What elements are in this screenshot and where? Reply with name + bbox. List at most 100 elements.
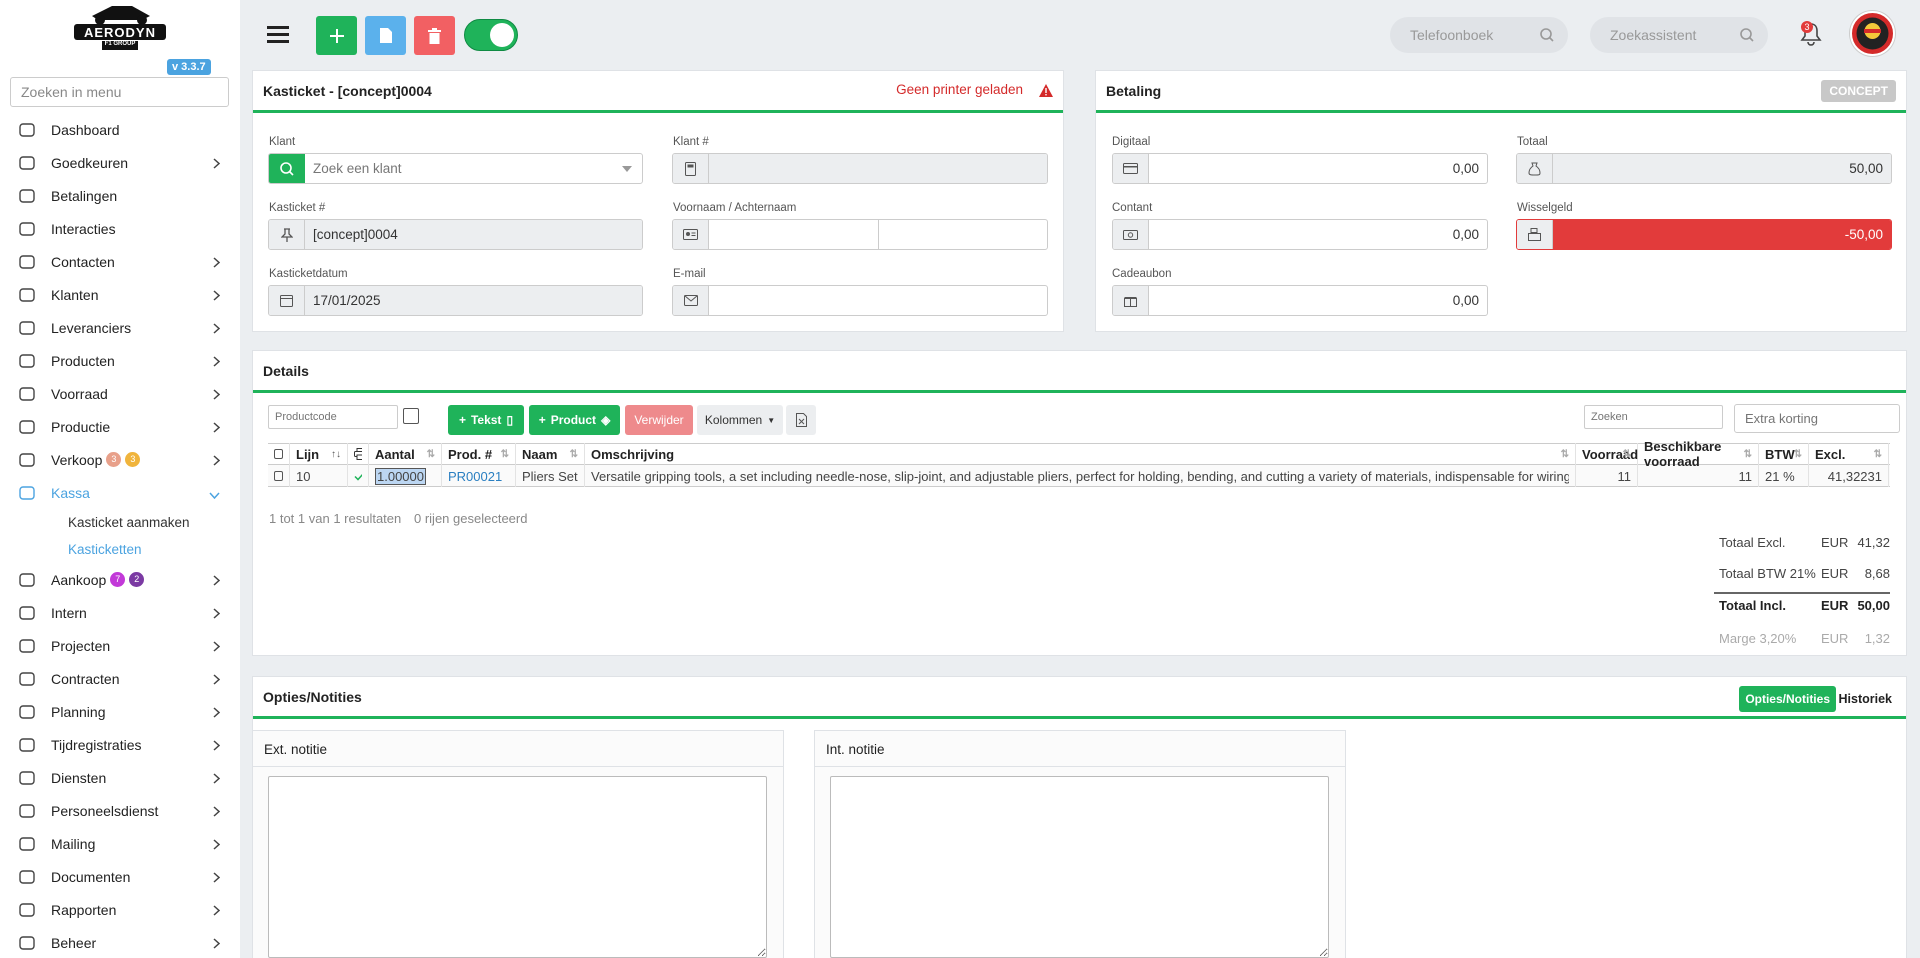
sidebar-item-interacties[interactable]: Interacties bbox=[0, 212, 240, 245]
add-product-button[interactable]: + Product ◈ bbox=[529, 405, 620, 435]
cell-prod[interactable]: PR00021 bbox=[448, 469, 502, 484]
sort-icon[interactable]: ⇅ bbox=[1744, 449, 1752, 460]
email-input[interactable] bbox=[709, 286, 1047, 315]
sidebar-item-intern[interactable]: Intern bbox=[0, 596, 240, 629]
sidebar-item-contacten[interactable]: Contacten bbox=[0, 245, 240, 278]
send-icon bbox=[16, 833, 38, 855]
ext-note-textarea[interactable] bbox=[268, 776, 767, 958]
add-text-button[interactable]: + Tekst ▯ bbox=[448, 405, 524, 435]
sidebar-item-mailing[interactable]: Mailing bbox=[0, 827, 240, 860]
sidebar-item-personeelsdienst[interactable]: Personeelsdienst bbox=[0, 794, 240, 827]
excel-export-button[interactable] bbox=[786, 405, 816, 435]
column-header[interactable]: Lijn ↑↓ bbox=[290, 443, 348, 465]
chevron-right-icon bbox=[213, 936, 221, 952]
sidebar-item-betalingen[interactable]: Betalingen bbox=[0, 179, 240, 212]
sidebar-item-label: Contacten bbox=[51, 253, 115, 270]
sort-icon[interactable]: ⇅ bbox=[1561, 449, 1569, 460]
company-logo[interactable]: AERODYN F1 GROUP bbox=[72, 2, 168, 52]
sidebar-item-projecten[interactable]: Projecten bbox=[0, 629, 240, 662]
columns-dropdown[interactable]: Kolommen ▼ bbox=[697, 405, 783, 435]
tab-opties[interactable]: Opties/Notities bbox=[1739, 686, 1836, 712]
sidebar-item-leveranciers[interactable]: Leveranciers bbox=[0, 311, 240, 344]
hamburger-menu-icon[interactable] bbox=[267, 24, 289, 47]
column-header[interactable] bbox=[268, 443, 290, 465]
table-search-input[interactable] bbox=[1584, 405, 1723, 429]
sidebar-item-diensten[interactable]: Diensten bbox=[0, 761, 240, 794]
column-header[interactable] bbox=[348, 443, 369, 465]
total-currency: EUR bbox=[1821, 535, 1849, 550]
delete-rows-button[interactable]: Verwijder bbox=[625, 405, 693, 435]
contant-field[interactable]: 0,00 bbox=[1112, 219, 1488, 250]
column-label: Omschrijving bbox=[591, 446, 675, 462]
column-header[interactable]: BTW ⇅ bbox=[1759, 443, 1809, 465]
productcode-checkbox[interactable] bbox=[403, 408, 419, 424]
sort-icon[interactable]: ↑↓ bbox=[331, 449, 341, 460]
cadeaubon-field[interactable]: 0,00 bbox=[1112, 285, 1488, 316]
klant-select[interactable]: Zoek een klant bbox=[268, 153, 643, 184]
digitaal-field[interactable]: 0,00 bbox=[1112, 153, 1488, 184]
chart-line-icon bbox=[16, 899, 38, 921]
sidebar-item-klanten[interactable]: Klanten bbox=[0, 278, 240, 311]
sort-icon[interactable]: ⇅ bbox=[1874, 449, 1882, 460]
assistant-search[interactable]: Zoekassistent bbox=[1590, 17, 1768, 53]
int-note-textarea[interactable] bbox=[830, 776, 1329, 958]
sidebar-item-productie[interactable]: Productie bbox=[0, 410, 240, 443]
sort-icon[interactable]: ⇅ bbox=[1623, 449, 1631, 460]
sort-icon[interactable]: ⇅ bbox=[570, 449, 578, 460]
achternaam-input[interactable] bbox=[879, 220, 1048, 249]
sidebar-subitem[interactable]: Kasticket aanmaken bbox=[0, 509, 240, 536]
extra-discount-input[interactable] bbox=[1734, 404, 1900, 433]
sidebar-item-producten[interactable]: Producten bbox=[0, 344, 240, 377]
sidebar-item-voorraad[interactable]: Voorraad bbox=[0, 377, 240, 410]
user-avatar[interactable] bbox=[1850, 11, 1895, 56]
productcode-input[interactable] bbox=[268, 405, 398, 429]
payment-title: Betaling bbox=[1106, 82, 1162, 99]
cell-omschrijving: Versatile gripping tools, a set includin… bbox=[591, 468, 1569, 484]
sidebar-item-beheer[interactable]: Beheer bbox=[0, 926, 240, 958]
sidebar-item-planning[interactable]: Planning bbox=[0, 695, 240, 728]
tab-historiek[interactable]: Historiek bbox=[1839, 692, 1893, 706]
sidebar-item-rapporten[interactable]: Rapporten bbox=[0, 893, 240, 926]
column-header[interactable]: Prod. # ⇅ bbox=[442, 443, 516, 465]
sidebar-subitem[interactable]: Kasticketten bbox=[0, 536, 240, 563]
voornaam-input[interactable] bbox=[709, 220, 879, 249]
add-product-label: Product bbox=[550, 413, 597, 427]
delete-button[interactable] bbox=[414, 16, 455, 55]
sidebar-item-kassa[interactable]: Kassa bbox=[0, 476, 240, 509]
document-button[interactable] bbox=[365, 16, 406, 55]
sidebar-item-aankoop[interactable]: Aankoop 7 2 bbox=[0, 563, 240, 596]
contant-value[interactable]: 0,00 bbox=[1149, 220, 1487, 249]
select-all-checkbox[interactable] bbox=[274, 449, 283, 459]
mode-toggle[interactable] bbox=[464, 19, 518, 51]
sidebar-item-tijdregistraties[interactable]: Tijdregistraties bbox=[0, 728, 240, 761]
row-checkbox[interactable] bbox=[274, 471, 283, 481]
cell-aantal[interactable]: 1.00000 bbox=[375, 467, 426, 485]
add-button[interactable] bbox=[316, 16, 357, 55]
sort-icon[interactable]: ⇅ bbox=[427, 449, 435, 460]
column-header[interactable]: Aantal ⇅ bbox=[369, 443, 442, 465]
sidebar-item-dashboard[interactable]: Dashboard bbox=[0, 113, 240, 146]
column-header[interactable]: Omschrijving ⇅ bbox=[585, 443, 1576, 465]
sidebar-item-verkoop[interactable]: Verkoop 3 3 bbox=[0, 443, 240, 476]
email-field[interactable] bbox=[672, 285, 1048, 316]
total-value: 1,32 bbox=[1864, 631, 1890, 646]
search-icon[interactable] bbox=[269, 154, 305, 183]
menu-search-input[interactable] bbox=[10, 77, 229, 107]
sidebar-item-contracten[interactable]: Contracten bbox=[0, 662, 240, 695]
table-cell: Versatile gripping tools, a set includin… bbox=[585, 465, 1576, 487]
column-header[interactable]: Excl. ⇅ bbox=[1809, 443, 1889, 465]
sidebar-item-documenten[interactable]: Documenten bbox=[0, 860, 240, 893]
sort-icon[interactable]: ⇅ bbox=[501, 449, 509, 460]
column-header[interactable]: Voorraad ⇅ bbox=[1576, 443, 1638, 465]
plus-icon bbox=[329, 28, 344, 43]
cadeaubon-value[interactable]: 0,00 bbox=[1149, 286, 1487, 315]
column-header[interactable]: Beschikbare voorraad ⇅ bbox=[1638, 439, 1759, 469]
calendar-icon bbox=[16, 701, 38, 723]
digitaal-value[interactable]: 0,00 bbox=[1149, 154, 1487, 183]
cell-voorraad: 11 bbox=[1617, 468, 1632, 484]
sort-icon[interactable]: ⇅ bbox=[1794, 449, 1802, 460]
sidebar-item-label: Interacties bbox=[51, 220, 116, 237]
sidebar-item-goedkeuren[interactable]: Goedkeuren bbox=[0, 146, 240, 179]
phonebook-search[interactable]: Telefoonboek bbox=[1390, 17, 1568, 53]
column-header[interactable]: Naam ⇅ bbox=[516, 443, 585, 465]
